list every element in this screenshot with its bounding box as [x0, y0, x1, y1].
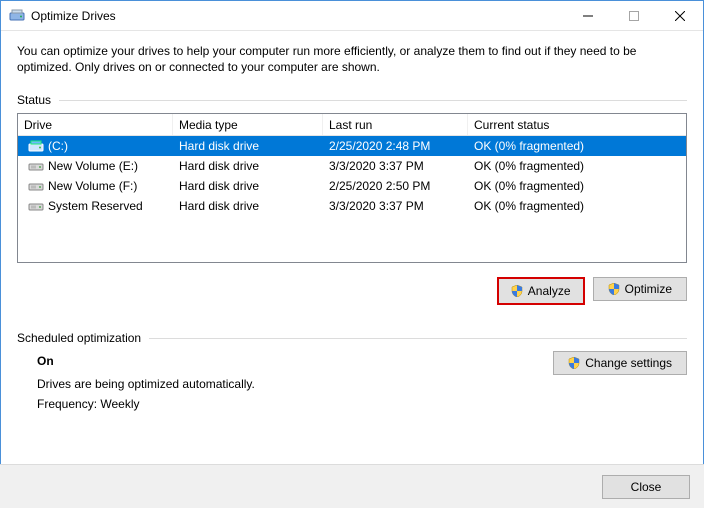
optimize-button-label: Optimize: [625, 282, 672, 296]
app-icon: [9, 8, 25, 24]
optimize-button[interactable]: Optimize: [593, 277, 687, 301]
drive-icon: [28, 158, 44, 174]
column-header-last[interactable]: Last run: [323, 114, 468, 135]
table-row[interactable]: New Volume (E:) Hard disk drive3/3/2020 3…: [18, 156, 686, 176]
titlebar: Optimize Drives: [1, 1, 703, 31]
table-row[interactable]: (C:) Hard disk drive2/25/2020 2:48 PMOK (…: [18, 136, 686, 156]
drives-listview[interactable]: Drive Media type Last run Current status…: [17, 113, 687, 263]
listview-header[interactable]: Drive Media type Last run Current status: [18, 114, 686, 136]
drive-status: OK (0% fragmented): [468, 199, 686, 213]
drive-media: Hard disk drive: [173, 159, 323, 173]
column-header-media[interactable]: Media type: [173, 114, 323, 135]
analyze-button[interactable]: Analyze: [497, 277, 585, 305]
drive-icon: [28, 138, 44, 154]
drive-media: Hard disk drive: [173, 139, 323, 153]
drive-lastrun: 2/25/2020 2:48 PM: [323, 139, 468, 153]
content-area: You can optimize your drives to help you…: [1, 31, 703, 427]
drive-status: OK (0% fragmented): [468, 139, 686, 153]
drive-status: OK (0% fragmented): [468, 179, 686, 193]
scheduled-desc: Drives are being optimized automatically…: [37, 374, 527, 394]
close-window-button[interactable]: [657, 1, 703, 31]
status-section-header: Status: [17, 93, 687, 107]
column-header-drive[interactable]: Drive: [18, 114, 173, 135]
scheduled-freq: Frequency: Weekly: [37, 394, 527, 414]
drive-lastrun: 2/25/2020 2:50 PM: [323, 179, 468, 193]
shield-icon: [568, 357, 580, 369]
close-button[interactable]: Close: [602, 475, 690, 499]
drive-lastrun: 3/3/2020 3:37 PM: [323, 159, 468, 173]
divider: [59, 100, 687, 101]
scheduled-section-header: Scheduled optimization: [17, 331, 687, 345]
change-settings-button[interactable]: Change settings: [553, 351, 687, 375]
drive-icon: [28, 178, 44, 194]
drive-status: OK (0% fragmented): [468, 159, 686, 173]
table-row[interactable]: System Reserved Hard disk drive3/3/2020 3…: [18, 196, 686, 216]
close-button-label: Close: [631, 480, 662, 494]
shield-icon: [511, 285, 523, 297]
drive-name: System Reserved: [48, 199, 143, 213]
scheduled-body: On Drives are being optimized automatica…: [17, 351, 687, 414]
shield-icon: [608, 283, 620, 295]
status-label: Status: [17, 93, 59, 107]
table-row[interactable]: New Volume (F:) Hard disk drive2/25/2020 …: [18, 176, 686, 196]
column-header-status[interactable]: Current status: [468, 114, 686, 135]
divider: [149, 338, 687, 339]
scheduled-state: On: [37, 351, 527, 371]
window-title: Optimize Drives: [31, 9, 116, 23]
change-settings-label: Change settings: [585, 356, 672, 370]
analyze-button-label: Analyze: [528, 284, 571, 298]
action-buttons-row: Analyze Optimize: [17, 277, 687, 305]
minimize-button[interactable]: [565, 1, 611, 31]
drive-media: Hard disk drive: [173, 179, 323, 193]
drive-name: New Volume (E:): [48, 159, 138, 173]
drive-name: New Volume (F:): [48, 179, 137, 193]
intro-text: You can optimize your drives to help you…: [17, 43, 687, 75]
drive-icon: [28, 198, 44, 214]
scheduled-text: On Drives are being optimized automatica…: [37, 351, 527, 414]
drive-name: (C:): [48, 139, 68, 153]
footer: Close: [0, 464, 704, 508]
drive-media: Hard disk drive: [173, 199, 323, 213]
drive-lastrun: 3/3/2020 3:37 PM: [323, 199, 468, 213]
maximize-button[interactable]: [611, 1, 657, 31]
scheduled-label: Scheduled optimization: [17, 331, 149, 345]
